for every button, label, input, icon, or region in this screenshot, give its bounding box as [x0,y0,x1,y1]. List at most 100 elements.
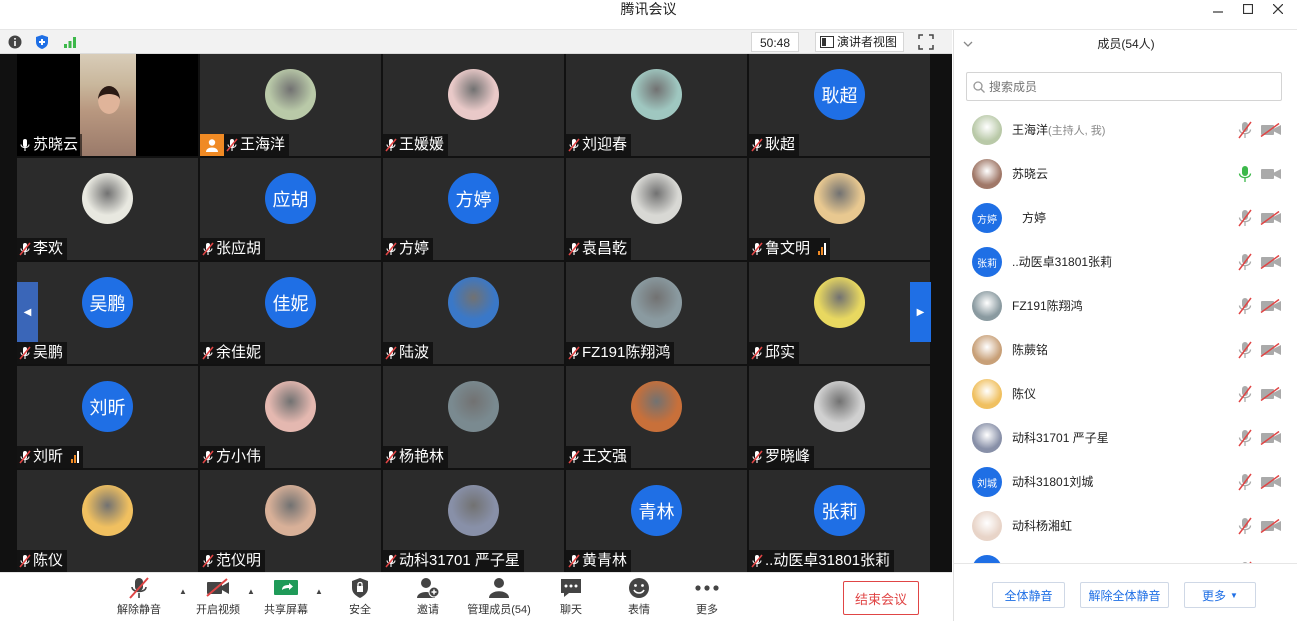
next-page-arrow[interactable]: ▶ [910,282,931,342]
video-tile[interactable]: 袁昌乾 [566,158,747,260]
manage-members-button[interactable]: 管理成员(54) [463,575,535,621]
audio-options-caret[interactable]: ▲ [179,587,187,596]
start-video-button[interactable]: 开启视频 [193,575,243,621]
video-tile[interactable]: 陆波 [383,262,564,364]
member-row[interactable]: 方婷 方婷 [954,196,1284,240]
member-muted-mic-icon[interactable] [1237,517,1253,535]
video-tile[interactable]: 鲁文明 [749,158,930,260]
member-row[interactable]: 苏晓云 [954,152,1284,196]
video-tile[interactable]: 王媛媛 [383,54,564,156]
member-camera-icon[interactable] [1260,167,1282,181]
member-search-box[interactable] [966,72,1282,101]
muted-mic-icon [751,138,763,152]
maximize-icon[interactable] [1233,0,1263,18]
more-button[interactable]: 更多 [682,575,732,621]
video-tile[interactable]: 苏晓云 [17,54,198,156]
collapse-chevron-icon[interactable] [962,38,974,50]
member-row[interactable]: 王海洋(主持人, 我) [954,108,1284,152]
member-row[interactable]: 动科杨湘虹 [954,504,1284,548]
member-row[interactable]: 陈仪 [954,372,1284,416]
shield-icon[interactable] [34,34,50,50]
search-input[interactable] [989,79,1269,94]
video-tile[interactable]: 刘昕 刘昕 [17,366,198,468]
member-muted-mic-icon[interactable] [1237,429,1253,447]
member-muted-mic-icon[interactable] [1237,209,1253,227]
video-tile[interactable]: FZ191陈翔鸿 [566,262,747,364]
fullscreen-icon[interactable] [918,34,934,50]
video-tile[interactable]: 刘迎春 [566,54,747,156]
member-camera-off-icon[interactable] [1260,519,1282,533]
security-label: 安全 [349,604,371,616]
video-tile[interactable]: 动科31701 严子星 [383,470,564,572]
member-row[interactable]: FZ191陈翔鸿 [954,284,1284,328]
security-button[interactable]: 安全 [335,575,385,621]
video-options-caret[interactable]: ▲ [247,587,255,596]
member-muted-mic-icon[interactable] [1237,253,1253,271]
video-tile[interactable]: 耿超 耿超 [749,54,930,156]
video-tile[interactable]: 邱实 [749,262,930,364]
member-row[interactable] [954,548,1284,563]
video-tile[interactable]: 陈仪 [17,470,198,572]
video-tile[interactable]: 罗晓峰 [749,366,930,468]
member-name: 陈仪 [1012,387,1037,401]
signal-icon[interactable] [62,34,78,50]
video-tile[interactable]: 佳妮 余佳妮 [200,262,381,364]
member-camera-off-icon[interactable] [1260,123,1282,137]
share-screen-button[interactable]: 共享屏幕 [261,575,311,621]
member-muted-mic-icon[interactable] [1237,297,1253,315]
video-tile[interactable]: 青林 黄青林 [566,470,747,572]
member-muted-mic-icon[interactable] [1237,473,1253,491]
member-mic-icon[interactable] [1237,165,1253,183]
member-muted-mic-icon[interactable] [1237,385,1253,403]
unmute-all-button[interactable]: 解除全体静音 [1080,582,1169,608]
member-camera-off-icon[interactable] [1260,211,1282,225]
muted-mic-icon [751,242,763,256]
video-tile[interactable]: 应胡 张应胡 [200,158,381,260]
video-tile[interactable]: 吴鹏 吴鹏 [17,262,198,364]
member-avatar [972,423,1002,453]
reactions-button[interactable]: 表情 [614,575,664,621]
member-row[interactable]: 陈蕨铭 [954,328,1284,372]
member-camera-off-icon[interactable] [1260,343,1282,357]
prev-page-arrow[interactable]: ◀ [17,282,38,342]
participant-avatar [448,277,499,328]
member-camera-off-icon[interactable] [1260,299,1282,313]
mute-all-button[interactable]: 全体静音 [992,582,1065,608]
member-row[interactable]: 张莉 ..动医卓31801张莉 [954,240,1284,284]
member-muted-mic-icon[interactable] [1237,341,1253,359]
participant-nameplate: 鲁文明 [749,238,831,260]
muted-mic-icon [751,450,763,464]
speaker-view-button[interactable]: 演讲者视图 [815,32,905,52]
member-camera-off-icon[interactable] [1260,255,1282,269]
close-icon[interactable] [1263,0,1293,18]
share-options-caret[interactable]: ▲ [315,587,323,596]
panel-more-button[interactable]: 更多 ▼ [1184,582,1256,608]
video-tile[interactable]: 张莉 ..动医卓31801张莉 [749,470,930,572]
member-avatar [972,555,1002,563]
video-tile[interactable]: 王海洋 [200,54,381,156]
member-camera-off-icon[interactable] [1260,387,1282,401]
invite-button[interactable]: 邀请 [403,575,453,621]
video-tile[interactable]: 方婷 方婷 [383,158,564,260]
end-meeting-button[interactable]: 结束会议 [843,581,919,615]
video-tile[interactable]: 李欢 [17,158,198,260]
muted-mic-icon [385,242,397,256]
muted-mic-icon [385,346,397,360]
video-tile[interactable]: 方小伟 [200,366,381,468]
participant-nameplate: 李欢 [17,238,68,260]
participant-nameplate: ..动医卓31801张莉 [749,550,895,572]
video-tile[interactable]: 王文强 [566,366,747,468]
member-muted-mic-icon[interactable] [1237,121,1253,139]
member-camera-off-icon[interactable] [1260,431,1282,445]
unmute-button[interactable]: 解除静音 [114,575,164,621]
member-row[interactable]: 动科31701 严子星 [954,416,1284,460]
member-camera-off-icon[interactable] [1260,475,1282,489]
muted-mic-icon [125,575,153,601]
participant-nameplate: 方婷 [383,238,434,260]
video-tile[interactable]: 杨艳林 [383,366,564,468]
info-icon[interactable] [7,34,23,50]
chat-button[interactable]: 聊天 [546,575,596,621]
member-row[interactable]: 刘城 动科31801刘城 [954,460,1284,504]
minimize-icon[interactable] [1203,0,1233,18]
video-tile[interactable]: 范仪明 [200,470,381,572]
